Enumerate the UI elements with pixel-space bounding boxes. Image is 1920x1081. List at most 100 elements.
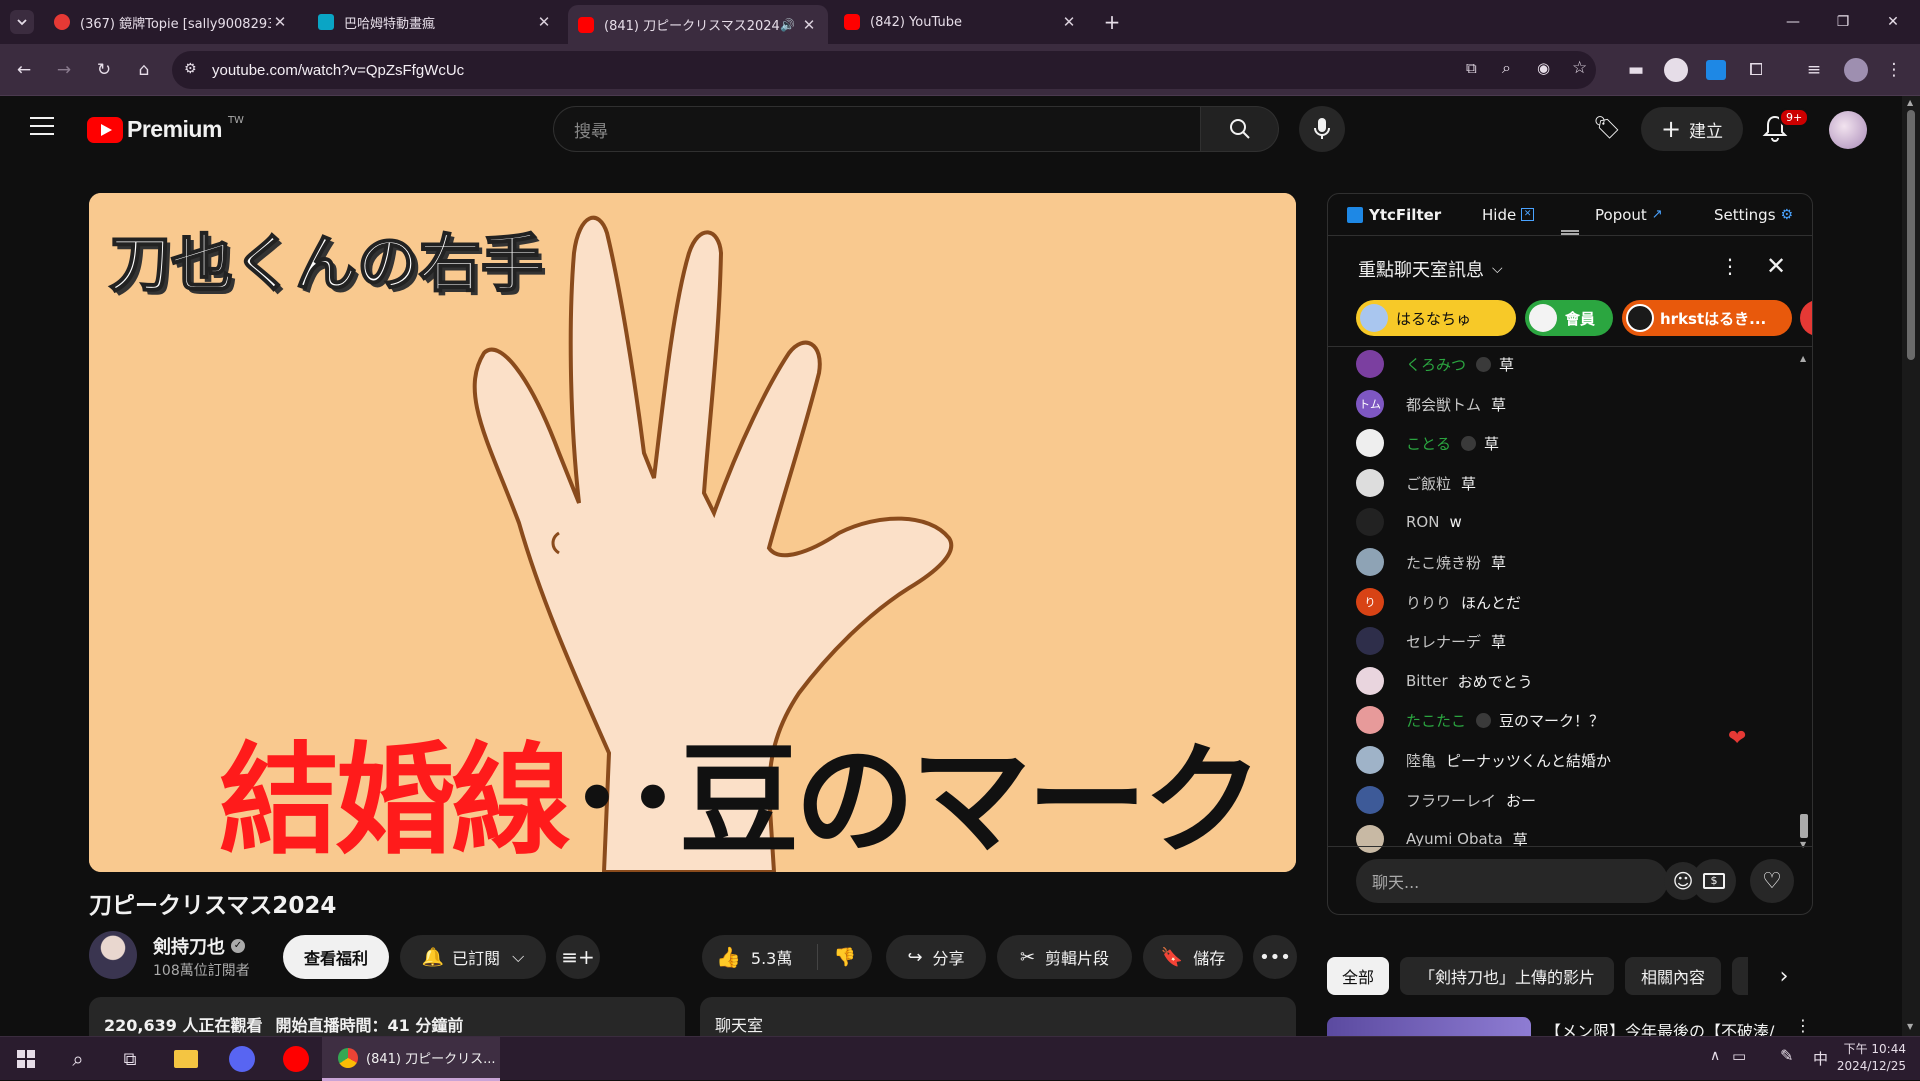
file-explorer-icon[interactable]: [166, 1041, 206, 1077]
chat-author-name[interactable]: ご飯粒: [1406, 473, 1451, 494]
chat-message[interactable]: トム 都会獣トム草: [1356, 389, 1506, 419]
chat-input[interactable]: 聊天...: [1356, 859, 1668, 903]
minimize-button[interactable]: —: [1770, 0, 1816, 44]
chip-related[interactable]: 相關內容: [1625, 957, 1721, 995]
tab-search-button[interactable]: [10, 10, 34, 34]
chat-author-avatar[interactable]: [1356, 706, 1384, 734]
scroll-thumb[interactable]: [1907, 110, 1915, 360]
chat-author-avatar[interactable]: [1356, 627, 1384, 655]
back-button[interactable]: ←: [10, 56, 38, 84]
chat-message[interactable]: RON w: [1356, 507, 1462, 537]
browser-tab-active[interactable]: (841) 刀ピークリスマス2024 🔊 ✕: [568, 5, 828, 44]
chat-replay-box[interactable]: 聊天室: [700, 997, 1296, 1037]
search-button[interactable]: [1201, 106, 1279, 152]
chat-author-avatar[interactable]: トム: [1356, 390, 1384, 418]
subscribed-button[interactable]: 🔔 已訂閱 ⌵: [400, 935, 546, 979]
ytcfilter-settings-button[interactable]: Settings ⚙: [1714, 206, 1793, 224]
browser-tab-2[interactable]: 巴哈姆特動畫瘋 ✕: [308, 5, 563, 39]
clip-button[interactable]: ✂ 剪輯片段: [997, 935, 1132, 979]
ytcfilter-hide-button[interactable]: Hide ✕: [1482, 206, 1535, 224]
chip-overflow[interactable]: [1732, 957, 1748, 995]
ime-indicator[interactable]: 中: [1813, 1048, 1828, 1069]
ytcfilter-popout-button[interactable]: Popout ↗: [1595, 206, 1663, 224]
chat-author-name[interactable]: ことる: [1406, 433, 1451, 454]
open-in-app-icon[interactable]: ⧉: [1466, 59, 1477, 77]
related-more-icon[interactable]: ⋮: [1795, 1016, 1811, 1035]
pen-icon[interactable]: ✎: [1780, 1046, 1793, 1065]
chat-author-avatar[interactable]: [1356, 746, 1384, 774]
chat-message[interactable]: たこ焼き粉草: [1356, 547, 1506, 577]
close-window-button[interactable]: ✕: [1870, 0, 1916, 44]
clock[interactable]: 下午 10:44 2024/12/25: [1836, 1041, 1906, 1075]
home-button[interactable]: ⌂: [130, 56, 158, 84]
taskbar-search-icon[interactable]: ⌕: [58, 1041, 98, 1077]
reload-button[interactable]: ↻: [90, 56, 118, 84]
chat-author-avatar[interactable]: [1356, 825, 1384, 853]
chat-author-name[interactable]: たこ焼き粉: [1406, 552, 1481, 573]
chip-uploads[interactable]: 「剣持刀也」上傳的影片: [1400, 957, 1614, 995]
extension-1-icon[interactable]: ▬: [1622, 56, 1650, 84]
tab-close-icon[interactable]: ✕: [800, 16, 818, 34]
video-player[interactable]: 刀也くんの右手 結婚線･･豆のマーク: [89, 193, 1296, 872]
chat-author-avatar[interactable]: [1356, 429, 1384, 457]
hamburger-menu-icon[interactable]: [30, 117, 54, 137]
share-button[interactable]: ↪ 分享: [886, 935, 986, 979]
media-control-icon[interactable]: ≡: [1800, 56, 1828, 84]
scroll-up-icon[interactable]: ▲: [1907, 98, 1913, 107]
account-avatar[interactable]: [1829, 111, 1867, 149]
notifications-button[interactable]: 9+: [1762, 108, 1810, 144]
super-chat-ticker[interactable]: はるなちゅ: [1356, 300, 1516, 336]
chat-author-name[interactable]: セレナーデ: [1406, 631, 1481, 652]
chat-more-icon[interactable]: ⋮: [1720, 254, 1740, 278]
ticker-overflow[interactable]: [1800, 300, 1812, 336]
save-button[interactable]: 🔖 儲存: [1143, 935, 1243, 979]
premium-tag-icon[interactable]: 🏷: [1593, 116, 1621, 141]
chat-author-avatar[interactable]: [1356, 548, 1384, 576]
tab-close-icon[interactable]: ✕: [535, 13, 553, 31]
youtube-premium-logo[interactable]: Premium TW: [87, 115, 244, 143]
forward-button[interactable]: →: [50, 56, 78, 84]
heart-button[interactable]: ♡: [1750, 859, 1794, 903]
search-input[interactable]: 搜尋: [553, 106, 1201, 152]
tab-close-icon[interactable]: ✕: [271, 13, 289, 31]
start-button[interactable]: [6, 1041, 46, 1077]
task-view-icon[interactable]: ⧉: [110, 1041, 150, 1077]
extensions-puzzle-icon[interactable]: ⧠: [1742, 56, 1770, 84]
chat-author-name[interactable]: RON: [1406, 513, 1439, 531]
restore-button[interactable]: ❐: [1820, 0, 1866, 44]
scroll-up-icon[interactable]: ▲: [1800, 354, 1806, 363]
chat-message[interactable]: たこたこ 豆のマーク！？: [1356, 705, 1604, 735]
network-icon[interactable]: ▭: [1732, 1047, 1746, 1065]
chat-message[interactable]: Bitter おめでとう: [1356, 666, 1533, 696]
chip-all[interactable]: 全部: [1327, 957, 1389, 995]
browser-tab-4[interactable]: (842) YouTube ✕: [834, 5, 1088, 39]
chat-author-avatar[interactable]: [1356, 350, 1384, 378]
scroll-thumb[interactable]: [1800, 814, 1808, 838]
chat-author-name[interactable]: くろみつ: [1406, 354, 1466, 375]
like-button[interactable]: 👍 5.3萬: [702, 944, 818, 970]
scroll-down-icon[interactable]: ▼: [1907, 1022, 1913, 1031]
chat-author-name[interactable]: たこたこ: [1406, 710, 1466, 731]
tab-close-icon[interactable]: ✕: [1060, 13, 1078, 31]
chat-author-avatar[interactable]: り: [1356, 588, 1384, 616]
chat-author-name[interactable]: 陸亀: [1406, 750, 1436, 771]
discord-icon[interactable]: [222, 1041, 262, 1077]
channel-name[interactable]: 剣持刀也 ✓: [153, 933, 245, 959]
chat-message[interactable]: ことる 草: [1356, 428, 1499, 458]
youtube-music-icon[interactable]: [276, 1041, 316, 1077]
zoom-icon[interactable]: ⌕: [1502, 58, 1511, 78]
dislike-button[interactable]: 👎: [818, 947, 872, 968]
camera-extension-icon[interactable]: [1662, 56, 1690, 84]
address-bar[interactable]: ⚙ youtube.com/watch?v=QpZsFfgWcUc ⧉ ⌕ ◉ …: [172, 51, 1596, 89]
chat-author-name[interactable]: Bitter: [1406, 672, 1448, 690]
chat-message[interactable]: セレナーデ草: [1356, 626, 1506, 656]
chat-author-avatar[interactable]: [1356, 469, 1384, 497]
add-to-playlist-button[interactable]: ≡+: [556, 935, 600, 979]
view-perks-button[interactable]: 查看福利: [283, 935, 389, 979]
browser-tab-1[interactable]: (367) 鏡牌Topie [sally90082937] ✕: [44, 5, 299, 39]
scroll-down-icon[interactable]: ▼: [1800, 840, 1806, 849]
more-actions-button[interactable]: •••: [1253, 935, 1297, 979]
chat-scrollbar[interactable]: ▲ ▼: [1800, 354, 1808, 849]
chat-author-name[interactable]: フラワーレイ: [1406, 790, 1496, 811]
super-chat-button[interactable]: $: [1692, 859, 1736, 903]
